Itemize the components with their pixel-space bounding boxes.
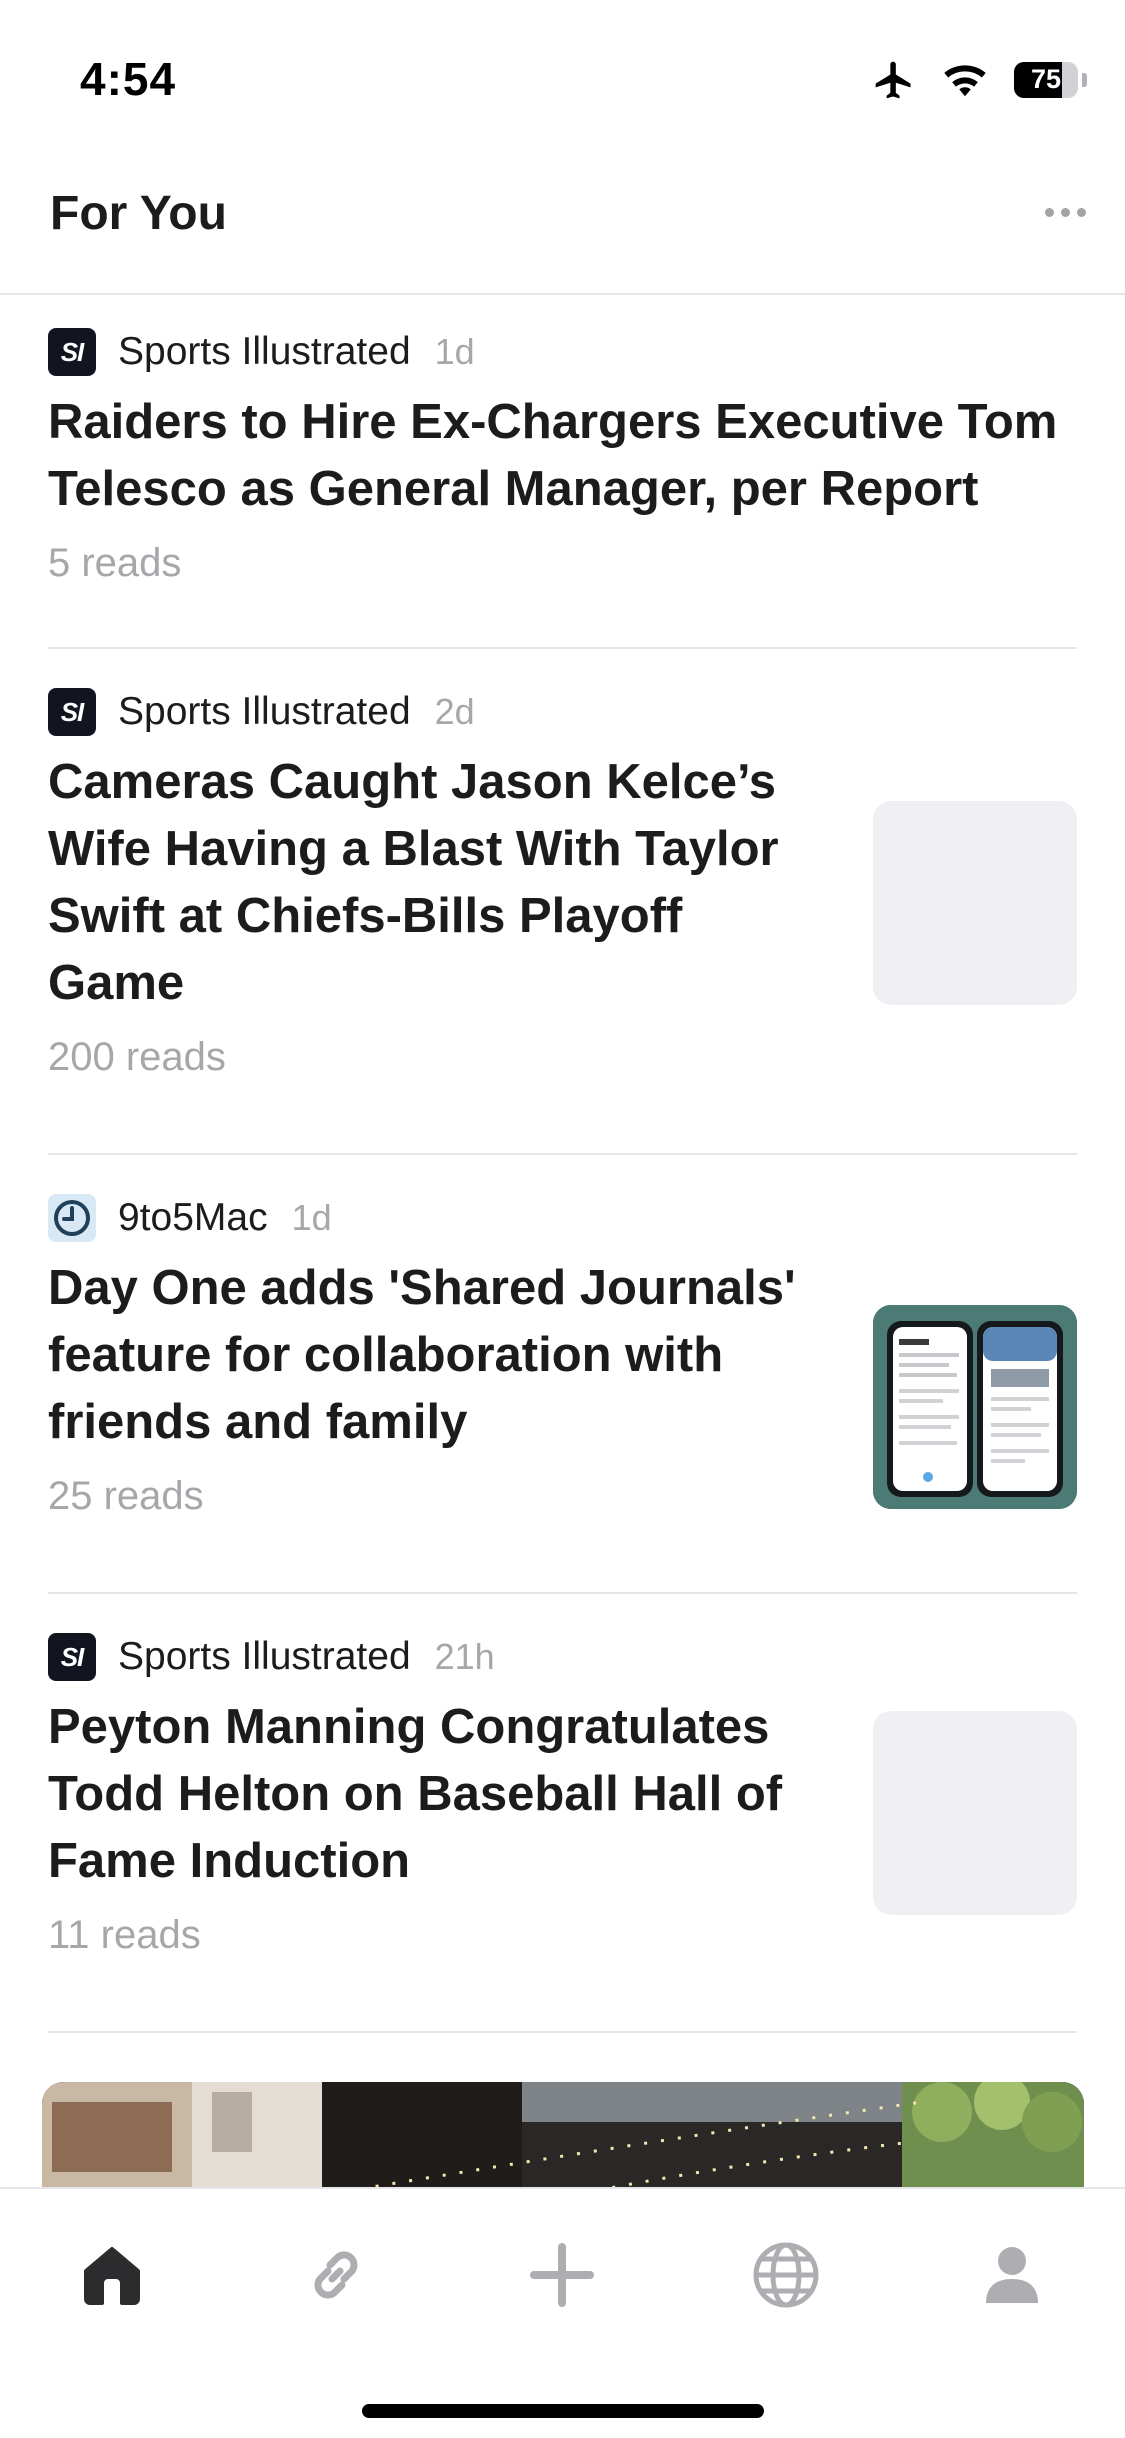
article-card[interactable]: SI Sports Illustrated 1d Raiders to Hire… — [48, 295, 1077, 649]
more-dot-icon — [1060, 207, 1070, 217]
tab-new-post[interactable] — [512, 2225, 612, 2325]
article-meta: SI Sports Illustrated 1d — [48, 325, 1077, 379]
clock-icon — [54, 1200, 90, 1236]
article-card[interactable]: 9to5Mac 1d Day One adds 'Shared Journals… — [48, 1155, 1077, 1594]
more-dot-icon — [1076, 207, 1086, 217]
article-meta: SI Sports Illustrated 21h — [48, 1630, 1077, 1684]
article-thumbnail[interactable] — [873, 801, 1077, 1005]
article-card[interactable]: SI Sports Illustrated 2d Cameras Caught … — [48, 649, 1077, 1155]
article-thumbnail[interactable] — [873, 1305, 1077, 1509]
globe-icon — [753, 2242, 819, 2308]
page-title: For You — [50, 187, 227, 240]
read-count: 200 reads — [48, 1035, 226, 1079]
status-bar: 4:54 75 — [0, 0, 1125, 150]
tab-home[interactable] — [62, 2225, 162, 2325]
status-time: 4:54 — [80, 53, 177, 105]
home-indicator — [362, 2404, 764, 2418]
profile-icon — [986, 2247, 1038, 2303]
source-name[interactable]: Sports Illustrated — [118, 690, 411, 734]
more-dot-icon — [1044, 207, 1054, 217]
battery-level: 75 — [1030, 64, 1062, 94]
airplane-icon — [875, 61, 911, 99]
sports-illustrated-logo: SI — [48, 328, 96, 376]
link-icon — [314, 2251, 358, 2299]
read-count: 5 reads — [48, 541, 182, 585]
article-hero-image[interactable] — [42, 2082, 1084, 2202]
feed: SI Sports Illustrated 1d Raiders to Hire… — [0, 295, 1125, 2033]
9to5mac-logo — [48, 1194, 96, 1242]
tab-profile[interactable] — [962, 2225, 1062, 2325]
status-icons: 75 — [872, 58, 1087, 102]
article-title[interactable]: Cameras Caught Jason Kelce’s Wife Having… — [48, 749, 818, 1017]
article-card[interactable]: SI Sports Illustrated 21h Peyton Manning… — [48, 1594, 1077, 2033]
article-meta: SI Sports Illustrated 2d — [48, 685, 1077, 739]
article-thumbnail[interactable] — [873, 1711, 1077, 1915]
wifi-icon — [944, 65, 986, 97]
tab-discover[interactable] — [736, 2225, 836, 2325]
article-age: 21h — [434, 1636, 495, 1677]
phone-screenshots-image — [873, 1305, 1077, 1509]
sports-illustrated-logo: SI — [48, 688, 96, 736]
tab-links[interactable] — [286, 2225, 386, 2325]
article-title[interactable]: Peyton Manning Congratulates Todd Helton… — [48, 1694, 818, 1895]
battery-indicator: 75 — [1014, 62, 1078, 98]
home-icon — [84, 2247, 140, 2305]
article-title[interactable]: Day One adds 'Shared Journals' feature f… — [48, 1255, 818, 1456]
read-count: 11 reads — [48, 1913, 201, 1957]
tab-bar — [0, 2187, 1125, 2438]
battery-nub — [1082, 73, 1087, 87]
article-title[interactable]: Raiders to Hire Ex-Chargers Executive To… — [48, 389, 1077, 523]
street-scene-image — [42, 2082, 1084, 2202]
article-age: 1d — [434, 331, 475, 372]
source-name[interactable]: 9to5Mac — [118, 1196, 268, 1240]
article-age: 1d — [291, 1197, 332, 1238]
article-meta: 9to5Mac 1d — [48, 1191, 1077, 1245]
sports-illustrated-logo: SI — [48, 1633, 96, 1681]
header: For You — [0, 150, 1125, 295]
more-options-button[interactable] — [1035, 192, 1095, 232]
source-name[interactable]: Sports Illustrated — [118, 330, 411, 374]
source-name[interactable]: Sports Illustrated — [118, 1635, 411, 1679]
plus-icon — [530, 2243, 594, 2307]
article-age: 2d — [434, 691, 475, 732]
